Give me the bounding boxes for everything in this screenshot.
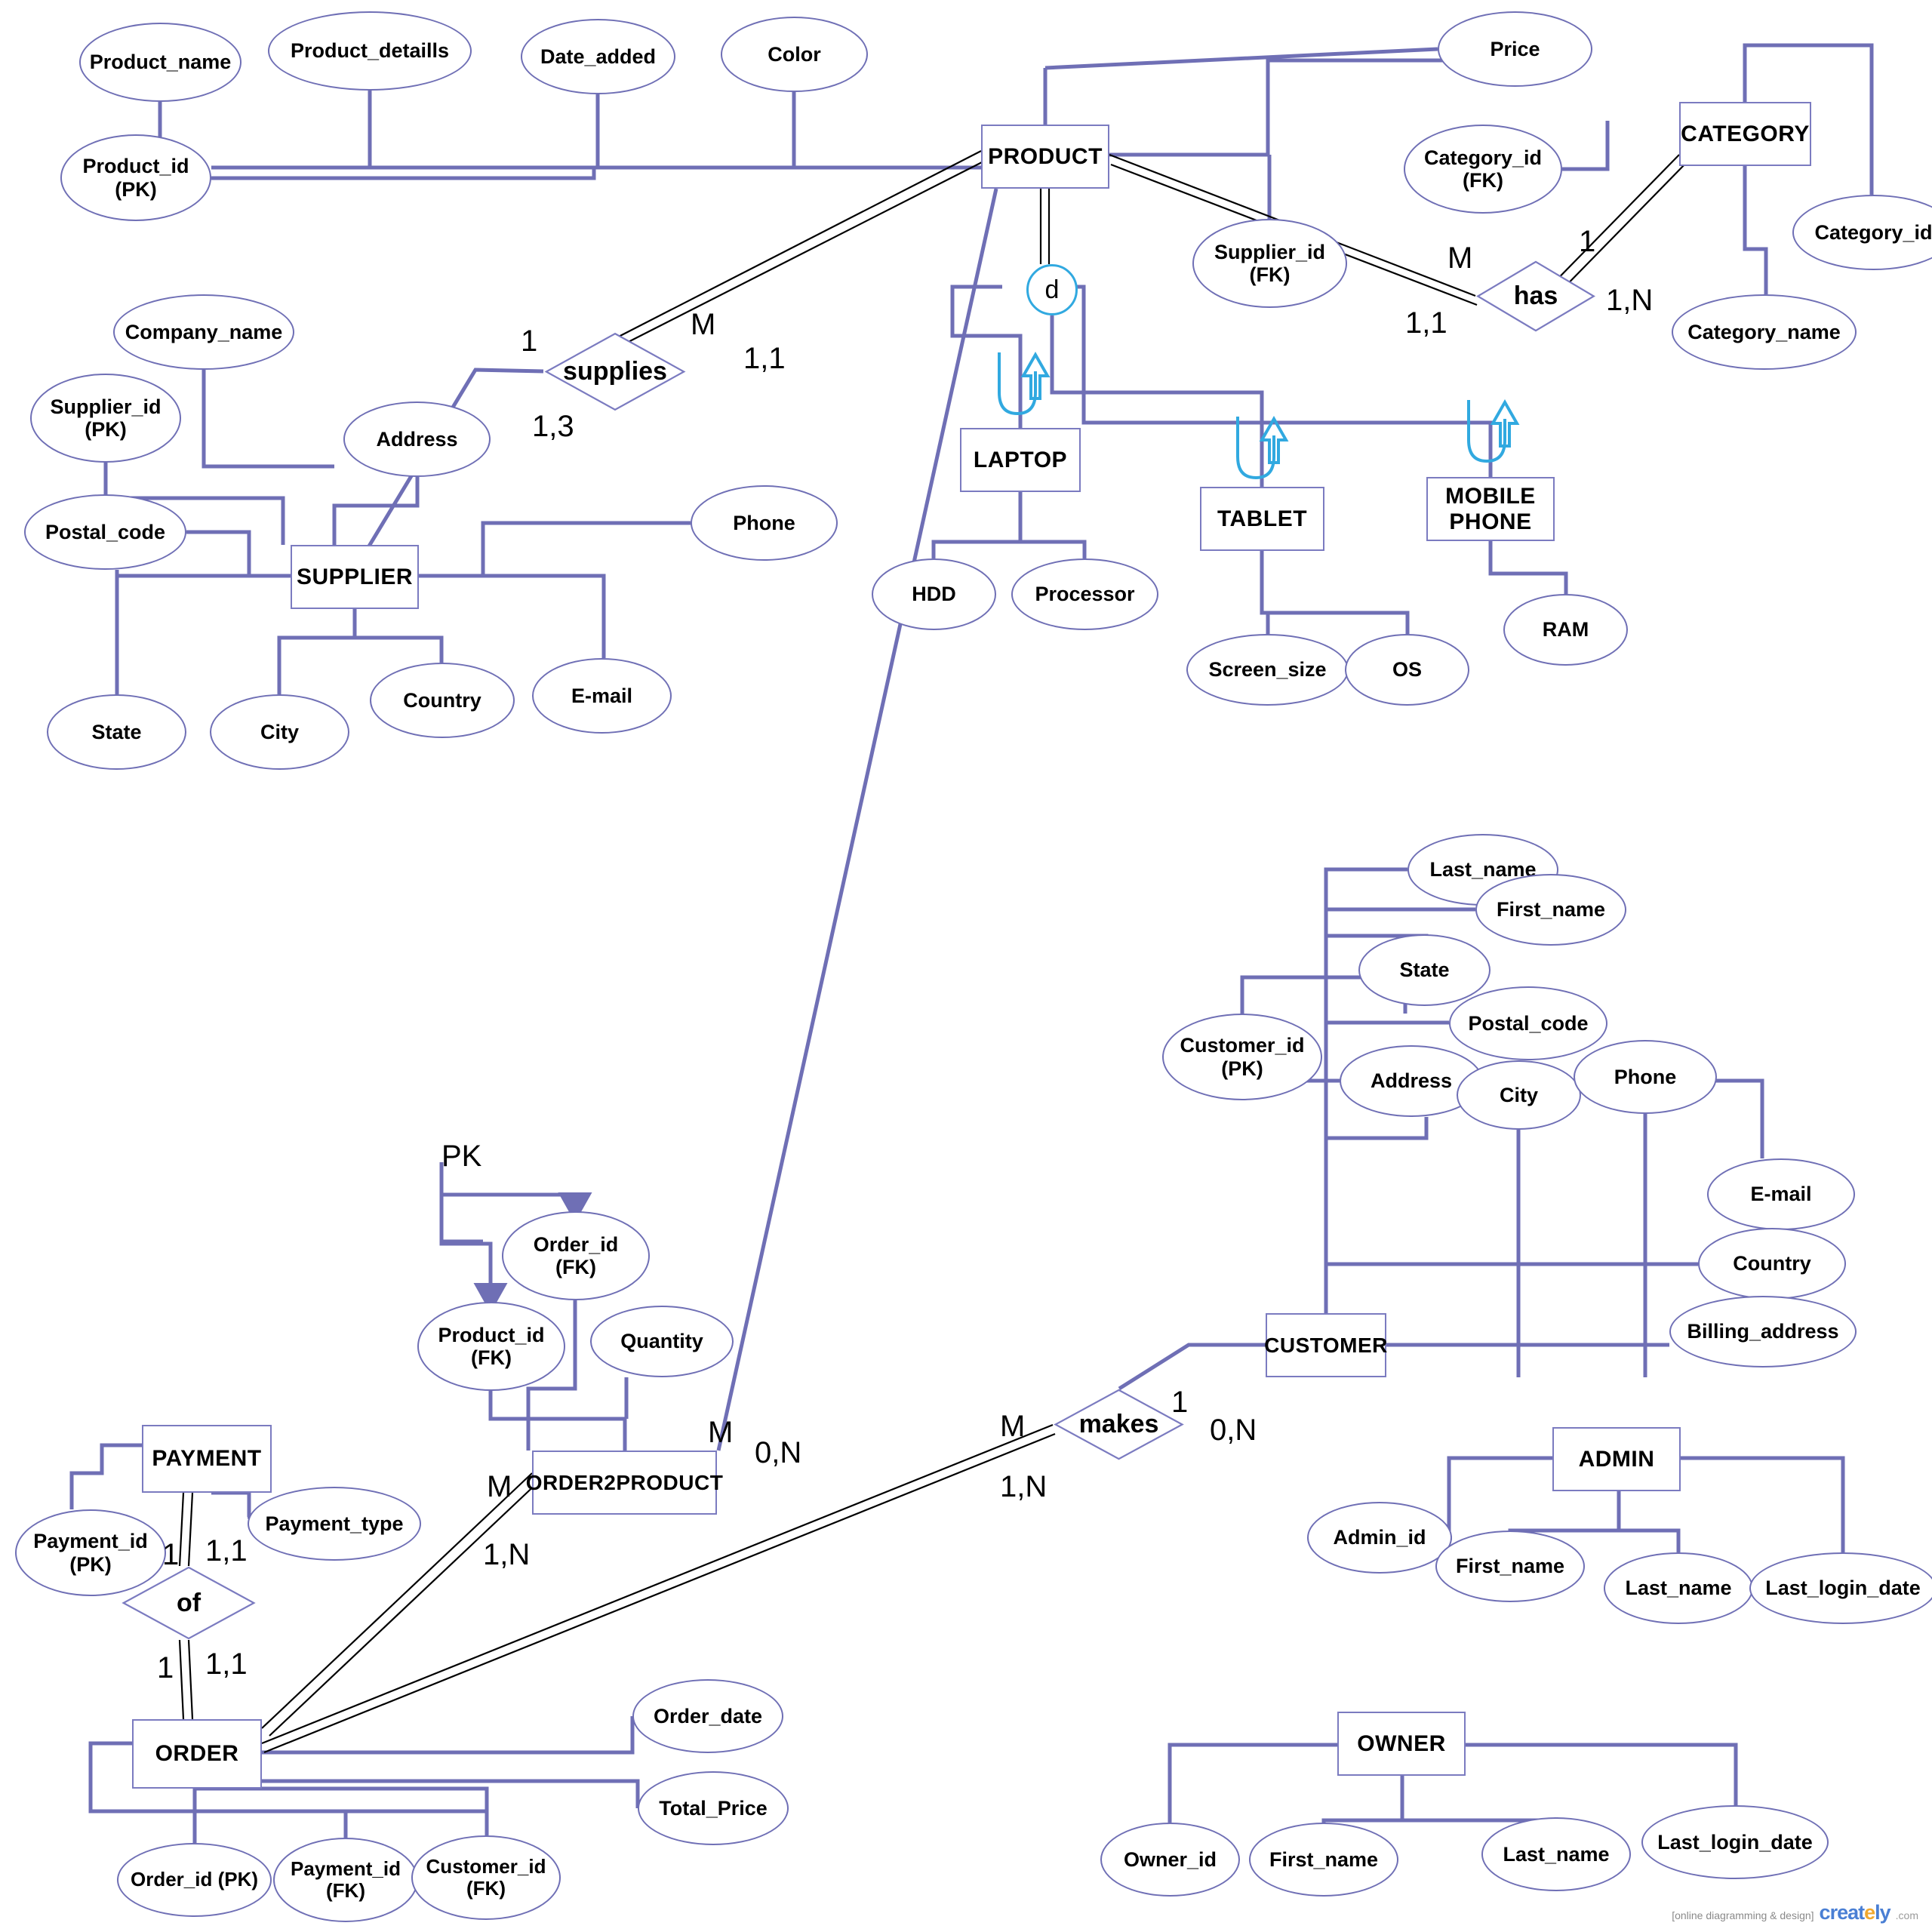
relationship-supplies[interactable]: supplies xyxy=(543,332,687,411)
watermark-domain: .com xyxy=(1895,1909,1918,1921)
entity-laptop[interactable]: LAPTOP xyxy=(960,428,1081,492)
attribute-admin-last-name[interactable]: Last_name xyxy=(1604,1552,1753,1624)
attribute-order-date[interactable]: Order_date xyxy=(632,1679,783,1753)
cardinality-of-one-bottom: 1 xyxy=(157,1651,174,1684)
attribute-payment-id-pk[interactable]: Payment_id (PK) xyxy=(15,1509,166,1596)
attribute-date-added[interactable]: Date_added xyxy=(521,19,675,94)
watermark-brand: creately xyxy=(1819,1900,1891,1924)
attribute-supplier-id-pk[interactable]: Supplier_id (PK) xyxy=(30,374,181,463)
attribute-supplier-phone[interactable]: Phone xyxy=(691,485,838,561)
attribute-hdd[interactable]: HDD xyxy=(872,558,996,630)
attribute-total-price[interactable]: Total_Price xyxy=(638,1771,789,1845)
entity-category[interactable]: CATEGORY xyxy=(1679,102,1811,166)
attribute-supplier-city[interactable]: City xyxy=(210,694,349,770)
cardinality-o2p-0-n: 0,N xyxy=(755,1436,802,1469)
attribute-customer-postal-code[interactable]: Postal_code xyxy=(1449,986,1607,1060)
attribute-owner-first-name[interactable]: First_name xyxy=(1249,1823,1398,1897)
attribute-customer-billing-address[interactable]: Billing_address xyxy=(1669,1296,1857,1367)
cardinality-makes-m: M xyxy=(1000,1410,1026,1443)
entity-admin[interactable]: ADMIN xyxy=(1552,1427,1681,1491)
cardinality-of-one-top: 1 xyxy=(162,1538,180,1571)
composite-pk-marker: PK xyxy=(441,1140,482,1173)
relationship-has[interactable]: has xyxy=(1475,260,1596,332)
entity-payment[interactable]: PAYMENT xyxy=(142,1425,272,1493)
attribute-o2p-order-id-fk[interactable]: Order_id (FK) xyxy=(502,1211,650,1300)
cardinality-supplies-1-3: 1,3 xyxy=(532,410,574,443)
attribute-color[interactable]: Color xyxy=(721,17,868,92)
cardinality-supplies-m: M xyxy=(691,308,716,341)
attribute-customer-country[interactable]: Country xyxy=(1698,1228,1846,1300)
attribute-admin-id[interactable]: Admin_id xyxy=(1307,1502,1452,1574)
attribute-customer-city[interactable]: City xyxy=(1457,1060,1581,1130)
cardinality-of-1-1-top: 1,1 xyxy=(205,1534,248,1567)
attribute-ram[interactable]: RAM xyxy=(1503,594,1628,666)
cardinality-supplies-one: 1 xyxy=(521,325,538,358)
cardinality-makes-one: 1 xyxy=(1171,1386,1189,1419)
cardinality-supplies-1-1: 1,1 xyxy=(743,342,786,375)
relationship-supplies-label: supplies xyxy=(563,357,667,386)
creately-watermark: [online diagramming & design] creately .… xyxy=(1672,1900,1918,1924)
attribute-category-id-fk[interactable]: Category_id (FK) xyxy=(1404,125,1562,214)
attribute-order-payment-id-fk[interactable]: Payment_id (FK) xyxy=(273,1838,418,1922)
disjoint-specialization-symbol: d xyxy=(1026,264,1078,315)
cardinality-makes-0-n: 0,N xyxy=(1210,1414,1257,1447)
cardinality-has-1-1: 1,1 xyxy=(1405,306,1447,340)
cardinality-has-one: 1 xyxy=(1579,225,1596,258)
cardinality-of-1-1-bottom: 1,1 xyxy=(205,1647,248,1681)
attribute-customer-email[interactable]: E-mail xyxy=(1707,1158,1855,1230)
attribute-customer-id-pk[interactable]: Customer_id (PK) xyxy=(1162,1014,1322,1100)
cardinality-makes-1-n: 1,N xyxy=(1000,1470,1048,1503)
attribute-supplier-id-fk[interactable]: Supplier_id (FK) xyxy=(1192,219,1347,308)
attribute-supplier-country[interactable]: Country xyxy=(370,663,515,738)
attribute-supplier-postal-code[interactable]: Postal_code xyxy=(24,494,186,570)
entity-owner[interactable]: OWNER xyxy=(1337,1712,1466,1776)
attribute-payment-type[interactable]: Payment_type xyxy=(248,1487,421,1561)
attribute-order-customer-id-fk[interactable]: Customer_id (FK) xyxy=(411,1835,561,1920)
attribute-customer-state[interactable]: State xyxy=(1358,934,1491,1006)
attribute-owner-last-name[interactable]: Last_name xyxy=(1481,1817,1631,1891)
attribute-price[interactable]: Price xyxy=(1438,11,1592,87)
attribute-supplier-email[interactable]: E-mail xyxy=(532,658,672,734)
cardinality-has-m: M xyxy=(1447,242,1473,275)
cardinality-o2p-1-n: 1,N xyxy=(483,1538,531,1571)
attribute-processor[interactable]: Processor xyxy=(1011,558,1158,630)
watermark-tagline: [online diagramming & design] xyxy=(1672,1909,1814,1921)
attribute-admin-last-login-date[interactable]: Last_login_date xyxy=(1749,1552,1932,1624)
relationship-of-label: of xyxy=(176,1588,202,1617)
attribute-order-id-pk[interactable]: Order_id (PK) xyxy=(117,1843,272,1917)
attribute-os[interactable]: OS xyxy=(1345,634,1469,706)
attribute-owner-last-login-date[interactable]: Last_login_date xyxy=(1641,1805,1829,1879)
attribute-category-name[interactable]: Category_name xyxy=(1672,294,1857,370)
attribute-o2p-product-id-fk[interactable]: Product_id (FK) xyxy=(417,1302,565,1391)
relationship-makes-label: makes xyxy=(1078,1410,1159,1438)
attribute-admin-first-name[interactable]: First_name xyxy=(1435,1531,1585,1602)
entity-tablet[interactable]: TABLET xyxy=(1200,487,1324,551)
entity-customer[interactable]: CUSTOMER xyxy=(1264,1313,1387,1377)
entity-product[interactable]: PRODUCT xyxy=(981,125,1109,189)
attribute-product-name[interactable]: Product_name xyxy=(79,23,242,102)
cardinality-o2p-m-right: M xyxy=(708,1416,734,1449)
relationship-has-label: has xyxy=(1513,281,1558,310)
attribute-product-id-pk[interactable]: Product_id (PK) xyxy=(60,134,211,221)
cardinality-has-1-n: 1,N xyxy=(1606,284,1654,317)
relationship-makes[interactable]: makes xyxy=(1053,1389,1185,1460)
attribute-quantity[interactable]: Quantity xyxy=(590,1306,734,1377)
attribute-screen-size[interactable]: Screen_size xyxy=(1186,634,1349,706)
entity-order[interactable]: ORDER xyxy=(132,1719,262,1789)
attribute-supplier-address[interactable]: Address xyxy=(343,401,491,477)
er-diagram-canvas: PRODUCT CATEGORY SUPPLIER LAPTOP TABLET … xyxy=(0,0,1932,1932)
attribute-supplier-state[interactable]: State xyxy=(47,694,186,770)
entity-order2product[interactable]: ORDER2PRODUCT xyxy=(526,1451,723,1515)
attribute-company-name[interactable]: Company_name xyxy=(113,294,294,370)
entity-supplier[interactable]: SUPPLIER xyxy=(291,545,419,609)
attribute-owner-id[interactable]: Owner_id xyxy=(1100,1823,1240,1897)
entity-mobile-phone[interactable]: MOBILE PHONE xyxy=(1426,477,1555,541)
cardinality-o2p-m-left: M xyxy=(487,1470,512,1503)
attribute-product-detaills[interactable]: Product_detaills xyxy=(268,11,472,91)
attribute-customer-first-name[interactable]: First_name xyxy=(1475,874,1626,946)
attribute-customer-phone[interactable]: Phone xyxy=(1574,1040,1717,1114)
